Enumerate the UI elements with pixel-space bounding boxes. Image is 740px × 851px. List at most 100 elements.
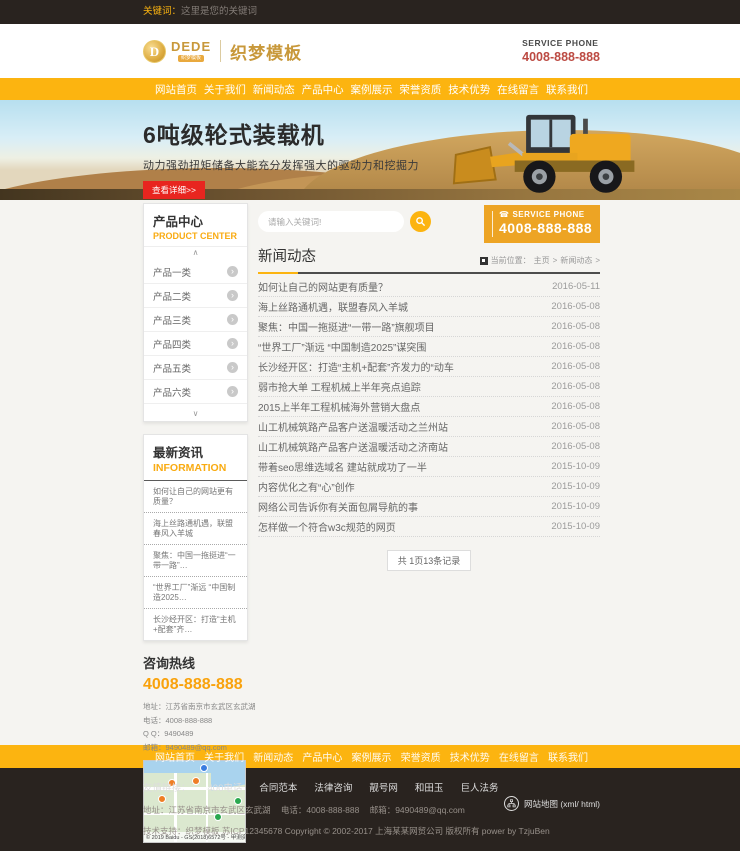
information-item[interactable]: 长沙经开区：打造“主机+配套”齐…: [144, 609, 247, 640]
breadcrumb-home-link[interactable]: 主页: [534, 255, 550, 266]
information-item[interactable]: 聚焦：中国一拖挺进“一带一路”…: [144, 545, 247, 577]
information-item[interactable]: 如何让自己的网站更有质量？: [144, 481, 247, 513]
news-list-item[interactable]: 山工机械筑路产品客户送温暖活动之济南站 2016-05-08: [258, 437, 600, 457]
friend-link[interactable]: 法律咨询: [314, 780, 352, 794]
footer-nav-link[interactable]: 联系我们: [548, 749, 588, 764]
product-category-item[interactable]: 产品四类 ›: [144, 332, 247, 356]
site-logo[interactable]: D DEDE 织梦模板 织梦模板: [143, 39, 302, 64]
scroll-down-arrow[interactable]: ∨: [144, 408, 247, 421]
friend-link[interactable]: 400电话: [208, 780, 243, 794]
service-phone-label: SERVICE PHONE: [522, 38, 600, 48]
product-category-item[interactable]: 产品一类 ›: [144, 260, 247, 284]
news-item-date: 2016-05-08: [551, 341, 600, 352]
news-list-item[interactable]: 弱市抢大单 工程机械上半年亮点追踪 2016-05-08: [258, 377, 600, 397]
news-item-date: 2015-10-09: [551, 481, 600, 492]
service-banner-label: SERVICE PHONE: [512, 210, 584, 219]
main-nav: 网站首页关于我们新闻动态产品中心案例展示荣誉资质技术优势在线留言联系我们: [0, 78, 740, 100]
sitemap-label: 网站地图 (xml/ html): [524, 798, 600, 810]
news-list-item[interactable]: 长沙经开区：打造“主机+配套”齐发力的“动车 2016-05-08: [258, 357, 600, 377]
footer-nav-link[interactable]: 在线留言: [499, 749, 539, 764]
news-list-item[interactable]: 聚焦：中国一拖挺进“一带一路”旗舰项目 2016-05-08: [258, 317, 600, 337]
news-item-title[interactable]: “世界工厂”渐远 “中国制造2025”谋突围: [258, 339, 426, 354]
news-list-item[interactable]: 山工机械筑路产品客户送温暖活动之兰州站 2016-05-08: [258, 417, 600, 437]
footer-nav-link[interactable]: 案例展示: [352, 749, 392, 764]
main-nav-link[interactable]: 产品中心: [302, 82, 344, 97]
main-nav-link[interactable]: 联系我们: [546, 82, 588, 97]
news-list-item[interactable]: 2015上半年工程机械海外营销大盘点 2016-05-08: [258, 397, 600, 417]
product-center-box: 产品中心 PRODUCT CENTER ∧ 产品一类 › 产品二类 ›: [143, 203, 248, 422]
information-item[interactable]: “世界工厂”渐远 “中国制造2025…: [144, 577, 247, 609]
news-item-title[interactable]: 山工机械筑路产品客户送温暖活动之济南站: [258, 439, 448, 454]
news-item-date: 2015-10-09: [551, 501, 600, 512]
chevron-right-icon: ›: [227, 290, 238, 301]
news-item-date: 2016-05-11: [552, 281, 600, 292]
news-item-title[interactable]: 海上丝路通机遇，联盟春风入羊城: [258, 299, 408, 314]
chevron-right-icon: ›: [227, 362, 238, 373]
news-list-item[interactable]: 海上丝路通机遇，联盟春风入羊城 2016-05-08: [258, 297, 600, 317]
news-item-date: 2016-05-08: [551, 401, 600, 412]
breadcrumb-current-link[interactable]: 新闻动态: [560, 255, 592, 266]
product-category-item[interactable]: 产品三类 ›: [144, 308, 247, 332]
wheel-loader-illustration: [452, 107, 642, 195]
news-item-title[interactable]: 带着seo思维选域名 建站就成功了一半: [258, 459, 427, 474]
information-item[interactable]: 海上丝路通机遇，联盟春风入羊城: [144, 513, 247, 545]
main-nav-items: 网站首页关于我们新闻动态产品中心案例展示荣誉资质技术优势在线留言联系我们: [143, 78, 600, 100]
news-item-title[interactable]: 弱市抢大单 工程机械上半年亮点追踪: [258, 379, 421, 394]
news-item-title[interactable]: 怎样做一个符合w3c规范的网页: [258, 519, 396, 534]
product-category-item[interactable]: 产品二类 ›: [144, 284, 247, 308]
main-nav-link[interactable]: 技术优势: [448, 82, 490, 97]
main-nav-link[interactable]: 荣誉资质: [399, 82, 441, 97]
news-list-item[interactable]: 如何让自己的网站更有质量？ 2016-05-11: [258, 277, 600, 297]
news-list-item[interactable]: 怎样做一个符合w3c规范的网页 2015-10-09: [258, 517, 600, 537]
news-item-title[interactable]: 网络公司告诉你有关面包屑导航的事: [258, 499, 418, 514]
news-item-date: 2016-05-08: [551, 441, 600, 452]
sitemap-link[interactable]: 网站地图 (xml/ html): [504, 796, 600, 811]
main-nav-link[interactable]: 新闻动态: [253, 82, 295, 97]
logo-site-name: 织梦模板: [230, 39, 302, 64]
news-list-item[interactable]: 带着seo思维选域名 建站就成功了一半 2015-10-09: [258, 457, 600, 477]
main-nav-link[interactable]: 案例展示: [351, 82, 393, 97]
information-list: 如何让自己的网站更有质量？海上丝路通机遇，联盟春风入羊城聚焦：中国一拖挺进“一带…: [144, 481, 247, 640]
hero-title: 6吨级轮式装载机: [143, 116, 419, 150]
main-nav-link[interactable]: 关于我们: [204, 82, 246, 97]
hero-detail-button[interactable]: 查看详细>>: [143, 181, 205, 199]
news-list-item[interactable]: 网络公司告诉你有关面包屑导航的事 2015-10-09: [258, 497, 600, 517]
friend-links-label: 友情链接：: [143, 780, 191, 794]
footer-tel: 电话：4008-888-888: [281, 805, 359, 815]
news-item-title[interactable]: 山工机械筑路产品客户送温暖活动之兰州站: [258, 419, 448, 434]
footer-nav-link[interactable]: 技术优势: [450, 749, 490, 764]
footer-address: 地址：江苏省南京市玄武区玄武湖: [143, 805, 271, 815]
friend-link[interactable]: 巨人法务: [460, 780, 498, 794]
main-nav-link[interactable]: 在线留言: [497, 82, 539, 97]
friend-link[interactable]: 合同范本: [259, 780, 297, 794]
footer-nav-link[interactable]: 网站首页: [155, 749, 195, 764]
news-list-item[interactable]: 内容优化之有“心”创作 2015-10-09: [258, 477, 600, 497]
product-category-label: 产品一类: [153, 265, 191, 279]
search-input[interactable]: [258, 211, 404, 232]
footer-nav-link[interactable]: 产品中心: [302, 749, 342, 764]
footer-nav-link[interactable]: 新闻动态: [253, 749, 293, 764]
main-nav-link[interactable]: 网站首页: [155, 82, 197, 97]
news-item-title[interactable]: 2015上半年工程机械海外营销大盘点: [258, 399, 420, 414]
footer-nav-link[interactable]: 关于我们: [204, 749, 244, 764]
search-button[interactable]: [410, 211, 431, 232]
news-item-date: 2016-05-08: [551, 361, 600, 372]
footer-copyright: 技术支持：织梦模板 苏ICP12345678 Copyright © 2002-…: [143, 825, 600, 837]
news-item-title[interactable]: 聚焦：中国一拖挺进“一带一路”旗舰项目: [258, 319, 435, 334]
pagination: 共 1页13条记录: [258, 550, 600, 571]
news-item-title[interactable]: 内容优化之有“心”创作: [258, 479, 355, 494]
friend-links: 400电话 合同范本 法律咨询 靓号网 和田玉 巨人法务: [208, 780, 499, 794]
product-category-item[interactable]: 产品五类 ›: [144, 356, 247, 380]
pagination-summary: 共 1页13条记录: [387, 550, 472, 571]
friend-link[interactable]: 和田玉: [415, 780, 444, 794]
logo-divider: [220, 40, 221, 62]
product-category-item[interactable]: 产品六类 ›: [144, 380, 247, 404]
news-list-item[interactable]: “世界工厂”渐远 “中国制造2025”谋突围 2016-05-08: [258, 337, 600, 357]
news-item-title[interactable]: 长沙经开区：打造“主机+配套”齐发力的“动车: [258, 359, 454, 374]
scroll-up-arrow[interactable]: ∧: [144, 247, 247, 260]
news-item-date: 2016-05-08: [551, 321, 600, 332]
news-item-title[interactable]: 如何让自己的网站更有质量？: [258, 279, 388, 294]
footer-nav-link[interactable]: 荣誉资质: [401, 749, 441, 764]
friend-link[interactable]: 靓号网: [369, 780, 398, 794]
product-category-label: 产品四类: [153, 337, 191, 351]
